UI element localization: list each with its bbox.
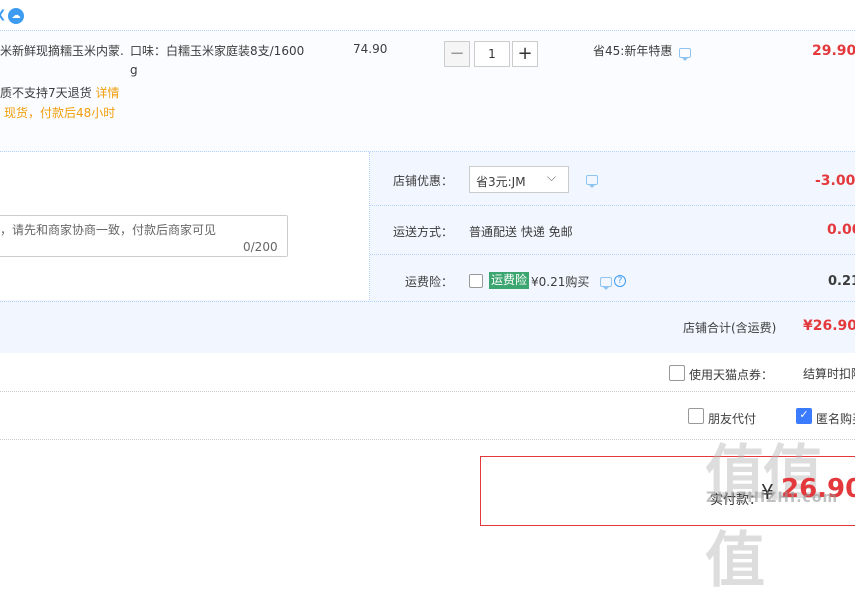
memo-counter: 0/200 [243, 240, 278, 254]
item-subtotal: 29.90 [812, 43, 855, 59]
sku-line-2: g [130, 63, 138, 77]
friend-pay-checkbox[interactable] [688, 408, 704, 424]
comment-icon[interactable] [679, 48, 691, 61]
details-link[interactable]: 详情 [95, 86, 119, 100]
chevron-down-icon: ⌵ [547, 170, 557, 184]
help-icon[interactable]: ? [614, 275, 626, 287]
store-total-label: 店铺合计(含运费) [683, 321, 777, 335]
memo-placeholder: ，请先和商家协商一致，付款后商家可见 [0, 223, 217, 237]
quantity-decrease-button[interactable]: − [444, 41, 470, 67]
unit-price: 74.90 [353, 42, 388, 56]
sku-line-1: 口味：白糯玉米家庭装8支/1600 [130, 44, 305, 58]
insurance-price: ¥0.21购买 [531, 275, 590, 289]
watermark-sub: ZHIZHIZHI.com [706, 490, 839, 506]
coupon-select-value: 省3元:JM [476, 175, 526, 189]
settle-note: 结算时扣除 [803, 367, 855, 381]
top-strip [0, 0, 855, 31]
anonymous-checkbox[interactable]: ✓ [796, 408, 812, 424]
shipping-amount: 0.00 [827, 222, 855, 238]
promotion-text: 省45:新年特惠 [593, 44, 673, 58]
quantity-increase-button[interactable]: + [512, 41, 538, 67]
store-badge-icon: ☁ [8, 8, 24, 24]
divider [0, 391, 855, 392]
divider [370, 205, 855, 206]
insurance-amount: 0.21 [828, 274, 855, 289]
watermark: 值值值 [705, 439, 823, 596]
insurance-label: 运费险： [405, 275, 454, 289]
item-title[interactable]: 米新鲜现摘糯玉米内蒙... [0, 42, 124, 59]
return-notice-text: 质不支持7天退货 [0, 86, 92, 100]
tmall-points-label: 使用天猫点券： [689, 368, 774, 382]
shipping-label: 运送方式： [393, 225, 454, 239]
insurance-tag: 运费险 [489, 272, 530, 289]
chevron-left-icon: ❮ [0, 8, 6, 21]
comment-icon[interactable] [586, 175, 598, 188]
return-notice: 质不支持7天退货 详情 [0, 84, 119, 101]
coupon-amount: -3.00 [815, 173, 855, 189]
quantity-input[interactable]: 1 [474, 41, 510, 67]
shipping-value: 普通配送 快递 免邮 [469, 225, 573, 239]
tmall-points-checkbox[interactable] [669, 365, 685, 381]
cart-item-row [0, 31, 855, 152]
coupon-label: 店铺优惠： [393, 174, 454, 188]
insurance-checkbox[interactable] [469, 274, 483, 288]
divider [370, 254, 855, 255]
comment-icon[interactable] [600, 277, 612, 290]
stock-notice: 现货，付款后48小时 [4, 106, 116, 120]
store-total-value: ¥26.90 [803, 318, 855, 334]
